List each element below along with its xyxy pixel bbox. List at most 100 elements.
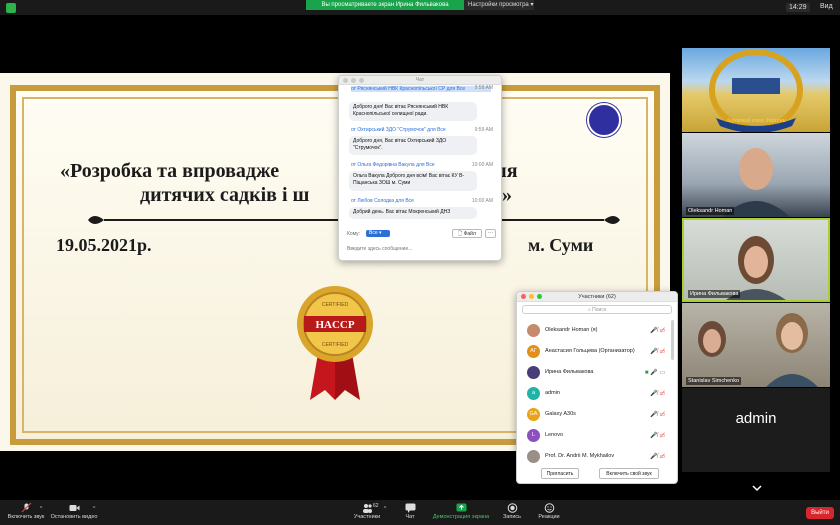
- chat-message-sender: от Любов Солодка для Все: [351, 198, 414, 204]
- video-tile-name: Ирина Фильвакова: [688, 290, 741, 298]
- muted-mic-icon: [21, 503, 31, 513]
- video-tile-oleksandr[interactable]: Oleksandr Homan: [682, 133, 830, 217]
- viewing-screen-banner: Вы просматриваете экран Ирина Фильвакова: [306, 0, 464, 10]
- video-tile-name: admin: [735, 410, 777, 427]
- participants-panel: Участники (62) ⌕ Поиск Oleksandr Homan (…: [516, 291, 678, 484]
- video-tile-logo[interactable]: Аграрний союз України: [682, 48, 830, 133]
- participant-name: Galaxy A30s: [545, 411, 576, 417]
- leave-meeting-button[interactable]: Выйти: [806, 507, 834, 519]
- share-screen-label: Демонстрация экрана: [432, 514, 490, 520]
- reactions-label: Реакции: [538, 514, 560, 520]
- participant-row[interactable]: Oleksandr Homan (я) 🎤̸ ▭̸: [517, 320, 677, 340]
- avatar: GA: [527, 408, 540, 421]
- unmute-label: Включить звук: [7, 514, 45, 520]
- muted-mic-icon: 🎤̸ ▭̸: [650, 433, 665, 439]
- participant-row[interactable]: Ирина Фильвакова ■ 🎤 ▭: [517, 362, 677, 382]
- muted-mic-icon: 🎤̸ ▭̸: [650, 454, 665, 460]
- video-tile-name: Stanislav Simchenko: [686, 377, 742, 385]
- avatar: [527, 366, 540, 379]
- chat-button[interactable]: Чат: [398, 500, 422, 525]
- person-silhouette-icon: [722, 148, 790, 217]
- chat-to-label: Кому:: [347, 231, 361, 237]
- participants-icon: [362, 504, 372, 513]
- muted-mic-icon: 🎤̸ ▭̸: [650, 391, 665, 397]
- chat-message-sender: от Ряснянський НВК Краснопільської СР дл…: [351, 86, 491, 92]
- chevron-up-icon[interactable]: ^: [384, 506, 386, 512]
- chat-message-text: Доброго дня, Вас вітає Охтирський ЗДО "С…: [349, 136, 477, 155]
- participant-row[interactable]: a admin 🎤̸ ▭̸: [517, 383, 677, 403]
- slide-title-line2-left: дитячих садків і ш: [140, 184, 310, 206]
- chevron-down-icon[interactable]: [752, 484, 762, 492]
- participant-row[interactable]: L Lenovo 🎤̸ ▭̸: [517, 425, 677, 445]
- video-tile-name: Oleksandr Homan: [686, 207, 735, 215]
- record-button[interactable]: Запись: [500, 500, 524, 525]
- participants-title: Участники (62): [578, 294, 616, 300]
- video-tile-stanislav[interactable]: Stanislav Simchenko: [682, 303, 830, 387]
- share-screen-button[interactable]: Демонстрация экрана: [430, 500, 492, 525]
- video-tile-active-speaker[interactable]: Ирина Фильвакова: [682, 218, 830, 302]
- view-options-label: Настройки просмотра: [468, 2, 529, 8]
- avatar: АГ: [527, 345, 540, 358]
- chat-file-button[interactable]: 🗋 Файл: [452, 229, 482, 238]
- participant-name: Oleksandr Homan (я): [545, 327, 598, 333]
- sharing-mic-video-icon: ■ 🎤 ▭: [644, 370, 665, 376]
- participants-label: Участники: [353, 514, 381, 520]
- view-button[interactable]: Вид: [820, 3, 833, 10]
- security-shield-icon[interactable]: [6, 3, 16, 13]
- unmute-button[interactable]: Включить звук: [4, 500, 48, 525]
- university-logo-icon: [587, 103, 621, 137]
- video-camera-icon: [69, 505, 79, 511]
- agrarian-union-logo-icon: Аграрний союз України: [709, 49, 803, 133]
- chat-more-button[interactable]: ···: [485, 229, 496, 238]
- invite-button[interactable]: Пригласить: [541, 468, 579, 479]
- participant-name: Prof. Dr. Andrii M. Mykhailov: [545, 453, 615, 459]
- chat-bubble-icon: [405, 503, 415, 513]
- chevron-up-icon[interactable]: ^: [93, 506, 95, 512]
- participants-search-input[interactable]: ⌕ Поиск: [522, 305, 672, 314]
- chat-message-sender: от Ольга Федорівна Вакула для Все: [351, 162, 435, 168]
- muted-mic-icon: 🎤̸ ▭̸: [650, 412, 665, 418]
- chat-recipient-select[interactable]: Все ▾: [366, 230, 390, 237]
- chat-message-text: Ольга Вакула Доброго дня всім! Вас вітає…: [349, 171, 477, 191]
- record-label: Запись: [502, 514, 522, 520]
- participant-name: Lenovo: [545, 432, 564, 438]
- badge-top-text: CERTIFIED: [322, 302, 349, 308]
- chat-titlebar[interactable]: Чат: [339, 76, 501, 85]
- chat-file-label: Файл: [463, 231, 476, 237]
- two-people-icon: [698, 313, 818, 387]
- reactions-button[interactable]: Реакции: [534, 500, 564, 525]
- view-options-dropdown[interactable]: Настройки просмотра ▾: [464, 0, 534, 10]
- participant-name: Ирина Фильвакова: [545, 369, 594, 375]
- participants-count: 62: [373, 503, 379, 509]
- chevron-up-icon[interactable]: ^: [40, 506, 42, 512]
- chat-message-input[interactable]: [347, 244, 495, 254]
- chat-message-time: 9:59 AM: [474, 127, 493, 133]
- participant-name: admin: [545, 390, 560, 396]
- unmute-self-button[interactable]: Включить свой звук: [599, 468, 659, 479]
- participant-name: Анастасия Гольцева (Организатор): [545, 348, 635, 354]
- participant-row[interactable]: Prof. Dr. Andrii M. Mykhailov 🎤̸ ▭̸: [517, 446, 677, 466]
- chevron-down-icon: ▾: [379, 230, 382, 236]
- badge-bottom-text: CERTIFIED: [322, 342, 349, 348]
- stop-video-button[interactable]: Остановить видео: [50, 500, 98, 525]
- avatar: L: [527, 429, 540, 442]
- participant-row[interactable]: АГ Анастасия Гольцева (Организатор) 🎤̸ ▭…: [517, 341, 677, 361]
- participants-titlebar[interactable]: Участники (62): [517, 292, 677, 302]
- muted-mic-icon: 🎤̸ ▭̸: [650, 349, 665, 355]
- share-screen-icon: [456, 503, 466, 512]
- record-icon: [507, 503, 517, 513]
- chat-message-time: 10:00 AM: [471, 198, 493, 204]
- chevron-down-icon: ▾: [530, 2, 534, 8]
- meeting-toolbar: Включить звук ^ Остановить видео ^ Участ…: [0, 500, 840, 525]
- chat-message-text: Доброго дня! Вас вітає Ряснянський НВК К…: [349, 102, 477, 121]
- chat-title: Чат: [415, 77, 425, 83]
- logo-caption: Аграрний союз України: [725, 117, 785, 124]
- haccp-certified-badge-icon: HACCP CERTIFIED CERTIFIED: [297, 286, 373, 400]
- video-tile-admin[interactable]: admin: [682, 388, 830, 472]
- file-icon: 🗋: [458, 231, 463, 237]
- stop-video-label: Остановить видео: [50, 514, 98, 520]
- chat-message-text: Добрий день. Вас вітає Мокренський ДНЗ: [349, 207, 477, 219]
- search-icon: ⌕: [587, 307, 591, 313]
- avatar: [527, 324, 540, 337]
- participant-row[interactable]: GA Galaxy A30s 🎤̸ ▭̸: [517, 404, 677, 424]
